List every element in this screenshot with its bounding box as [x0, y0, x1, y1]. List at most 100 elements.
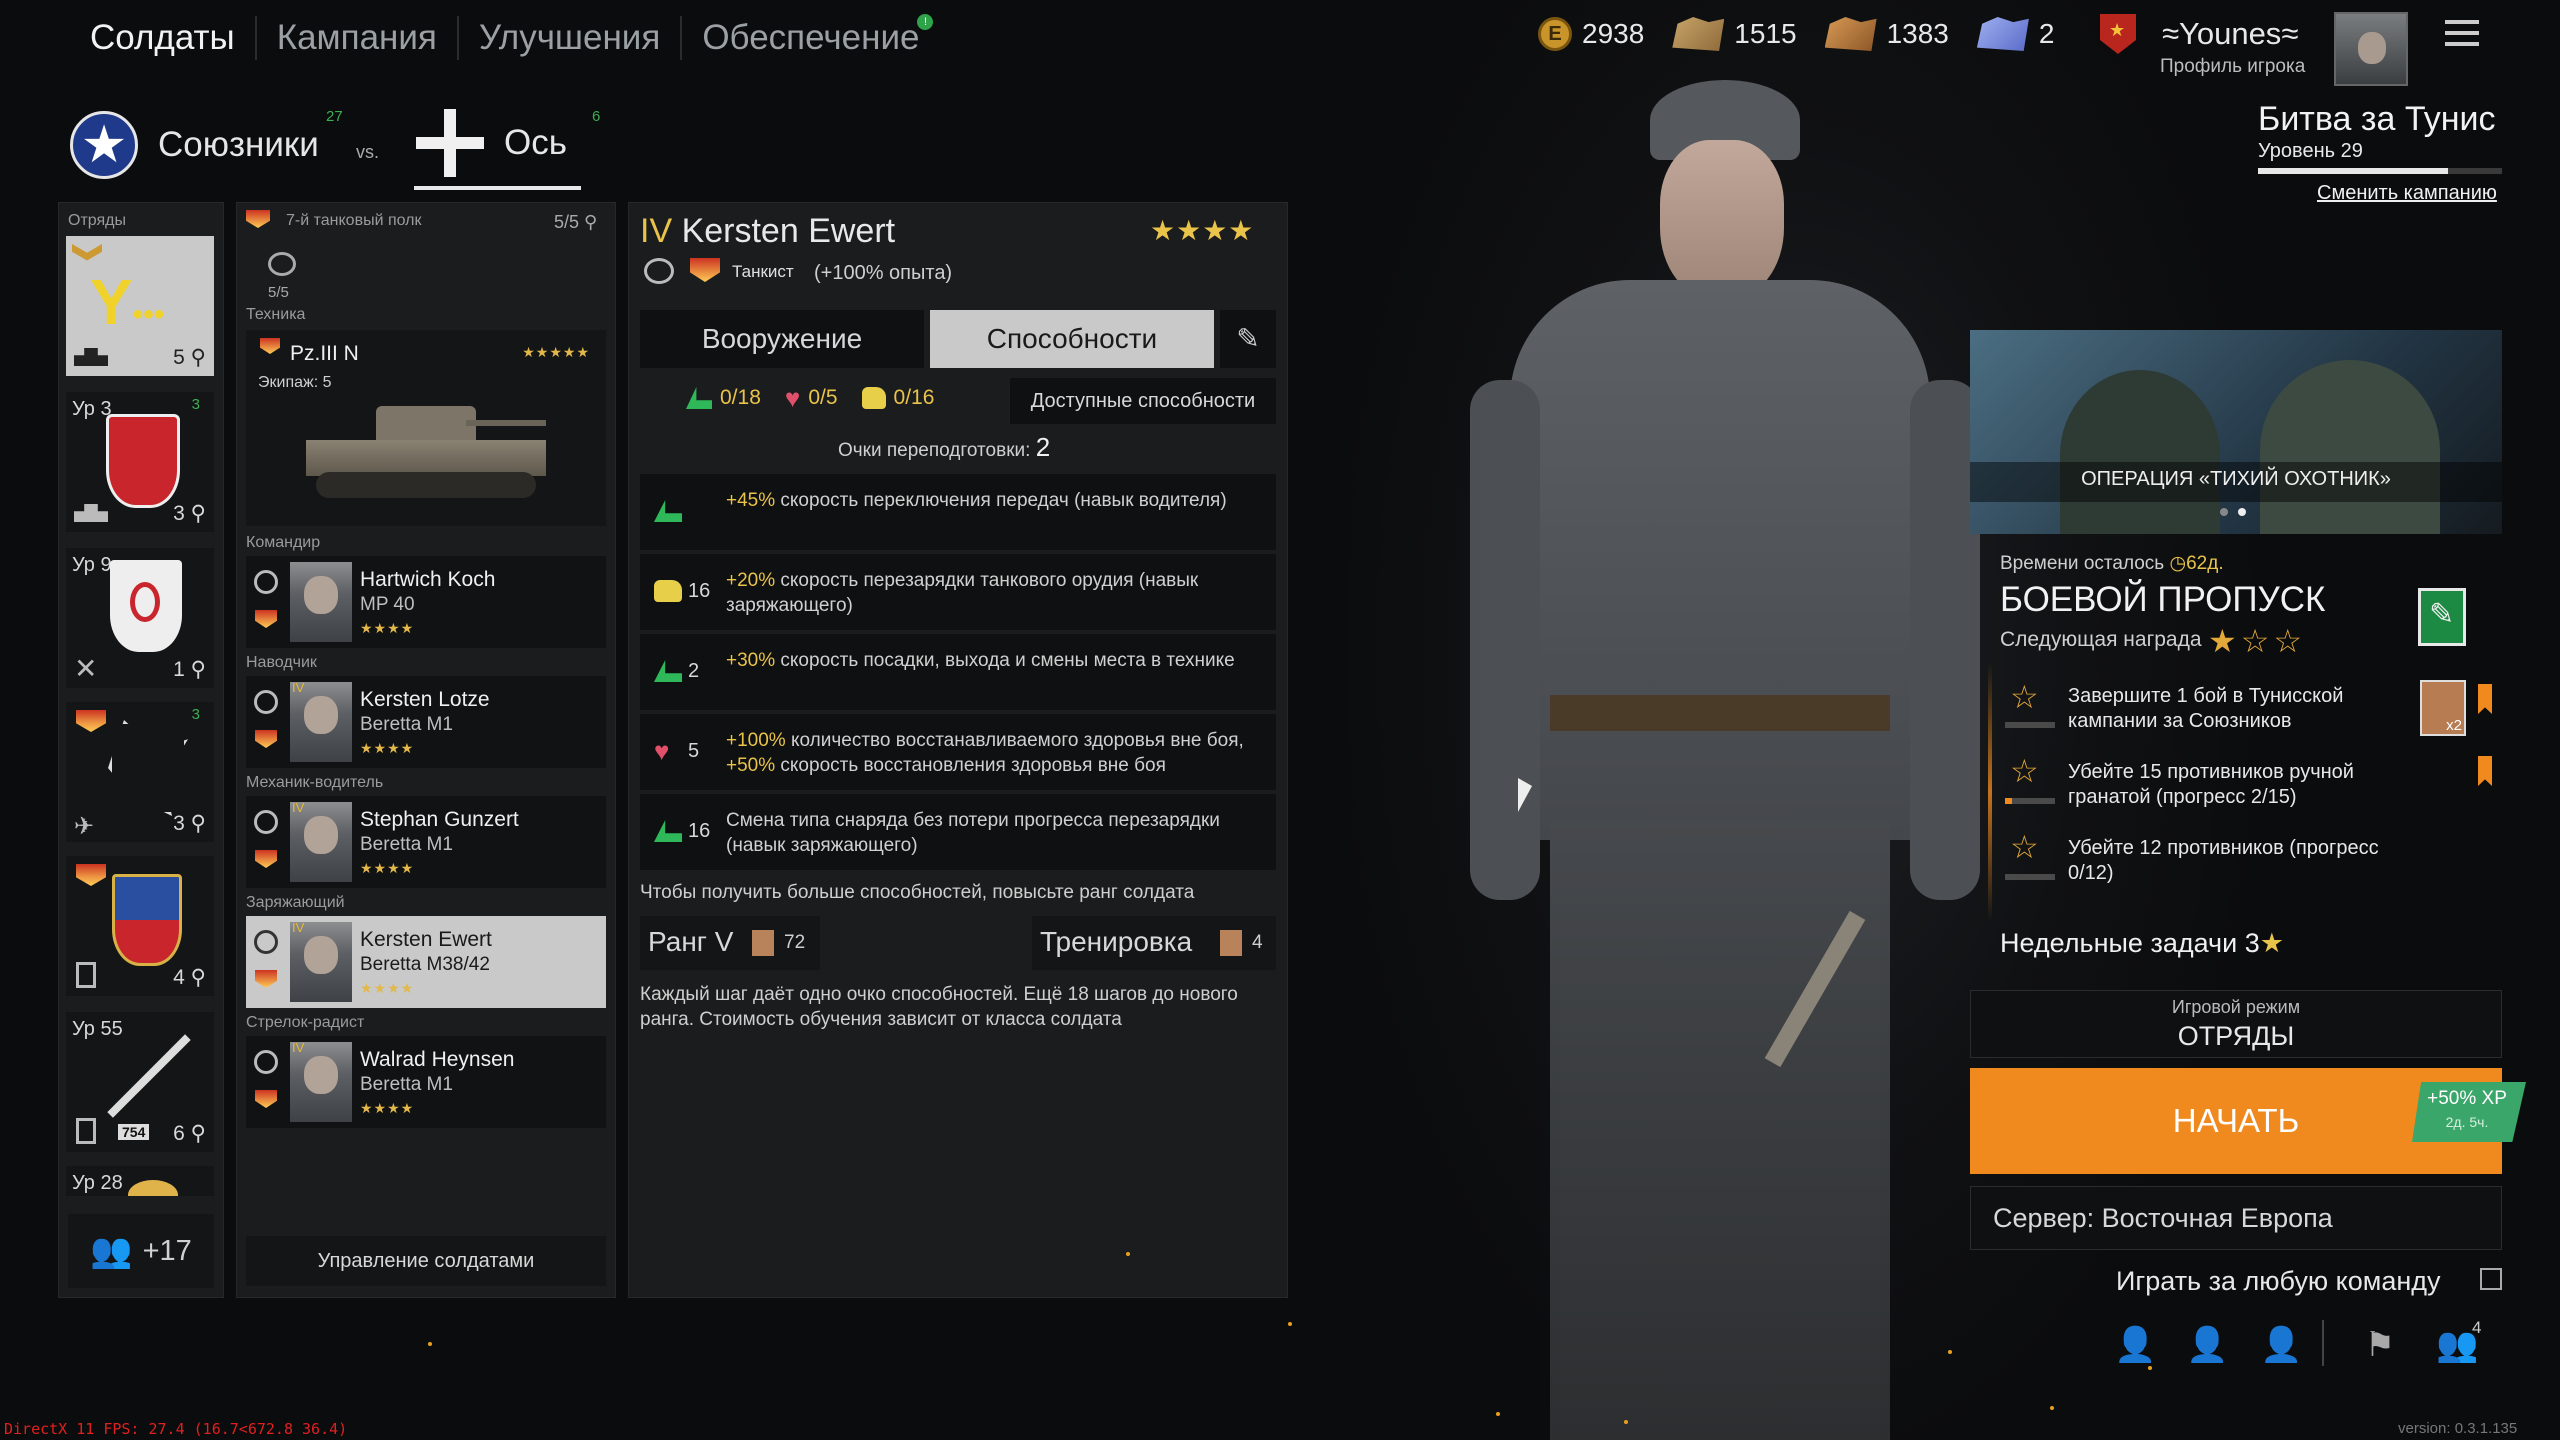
squad-emblem-icon	[76, 710, 106, 732]
allies-label: Союзники	[158, 125, 319, 164]
soldier-card-1[interactable]: Hartwich Koch MP 40 ★★★★	[246, 556, 606, 648]
faction-allies[interactable]: ★ Союзники 27	[70, 100, 343, 190]
allies-count: 27	[326, 108, 343, 125]
squad-new-badge: 3	[191, 396, 200, 413]
ability-row[interactable]: 16 Смена типа снаряда без потери прогрес…	[640, 794, 1276, 870]
tank-regiment-emblem-icon: Y•••	[90, 266, 165, 338]
server-selector[interactable]: Сервер: Восточная Европа	[1970, 1186, 2502, 1250]
ability-level: 5	[688, 740, 700, 762]
squad-tag: 754	[118, 1124, 150, 1140]
soldier-card-2[interactable]: IV Kersten Lotze Beretta M1 ★★★★	[246, 676, 606, 768]
squad-item-7[interactable]: Ур 28	[66, 1166, 214, 1196]
soldier-weapon: MP 40	[360, 594, 415, 615]
vehicle-count: 5/5	[268, 284, 289, 301]
faction-axis[interactable]: Ось 6	[414, 100, 600, 190]
ember-particle	[428, 1342, 432, 1346]
more-squads-count: +17	[142, 1234, 192, 1267]
stat-health: 0/5	[808, 386, 838, 409]
ability-row[interactable]: 2 +30% скорость посадки, выхода и смены …	[640, 634, 1276, 710]
player-name-text: Younes	[2179, 16, 2282, 51]
task-reward-icon[interactable]: x2	[2420, 680, 2466, 736]
rank-up-button[interactable]: Ранг V 72	[640, 916, 820, 970]
ability-text: +100% количество восстанавливаемого здор…	[726, 730, 1244, 776]
driver-skill-icon	[654, 500, 682, 522]
squad-item-2[interactable]: Ур 3 3 3 ⚲	[66, 392, 214, 532]
game-mode-selector[interactable]: Игровой режим ОТРЯДЫ	[1970, 990, 2502, 1058]
squad-item-3[interactable]: Ур 9 ✕ 1 ⚲	[66, 548, 214, 688]
vehicle-emblem-icon	[260, 338, 280, 354]
vehicle-crew: Экипаж: 5	[258, 374, 332, 391]
group-icon: 👥	[90, 1232, 133, 1270]
ability-level: 2	[688, 660, 700, 682]
training-cost-icon	[752, 930, 774, 956]
gold-coin-icon[interactable]: E	[1538, 17, 1572, 51]
event-banner[interactable]: ОПЕРАЦИЯ «ТИХИЙ ОХОТНИК»	[1970, 330, 2502, 534]
tab-supply[interactable]: Обеспечение!	[682, 14, 939, 60]
ability-text: +20% скорость перезарядки танкового оруд…	[726, 570, 1199, 616]
training-button[interactable]: Тренировка 4	[1032, 916, 1276, 970]
carousel-dot[interactable]	[2220, 508, 2228, 516]
battle-pass-title: БОЕВОЙ ПРОПУСК	[2000, 580, 2326, 619]
change-campaign-link[interactable]: Сменить кампанию	[2317, 182, 2497, 205]
silver-orders-icon[interactable]	[1672, 17, 1725, 51]
versus-label: vs.	[356, 142, 380, 162]
soldier-card-4[interactable]: IV Kersten Ewert Beretta M38/42 ★★★★	[246, 916, 606, 1008]
ability-row[interactable]: 16 +20% скорость перезарядки танкового о…	[640, 554, 1276, 630]
invite-friend-icon[interactable]: 👤	[2114, 1325, 2156, 1365]
soldier-card-5[interactable]: IV Walrad Heynsen Beretta M1 ★★★★	[246, 1036, 606, 1128]
health-icon: ♥	[654, 736, 670, 766]
squad-emblem-icon	[76, 864, 106, 886]
task-progress-glow	[1988, 662, 1992, 922]
squad-item-5[interactable]: 4 ⚲	[66, 856, 214, 996]
ticket-icon[interactable]	[1976, 17, 2029, 51]
squad-count: 4 ⚲	[173, 966, 206, 989]
menu-icon[interactable]	[2445, 20, 2479, 46]
training-cost: 4	[1252, 932, 1263, 953]
ability-row[interactable]: ♥ 5 +100% количество восстанавливаемого …	[640, 714, 1276, 790]
sword-icon	[107, 1034, 191, 1118]
ember-particle	[2148, 1366, 2152, 1370]
soldier-stars: ★★★★	[360, 860, 415, 876]
soldier-card-3[interactable]: IV Stephan Gunzert Beretta M1 ★★★★	[246, 796, 606, 888]
ability-level: 16	[688, 820, 711, 842]
xp-bonus-badge[interactable]: +50% XP 2д. 5ч.	[2412, 1082, 2526, 1142]
manage-soldiers-button[interactable]: Управление солдатами	[246, 1236, 606, 1286]
fps-counter: DirectX 11 FPS: 27.4 (16.7<672.8 36.4)	[4, 1420, 348, 1438]
chevron-emblem-icon	[72, 244, 102, 261]
task-star-icon: ☆	[2010, 753, 2039, 789]
tab-upgrades[interactable]: Улучшения	[459, 16, 683, 60]
xp-bonus-time: 2д. 5ч.	[2445, 1114, 2489, 1130]
mouse-cursor	[1518, 778, 1532, 812]
health-icon: ♥	[784, 383, 801, 413]
tab-soldiers[interactable]: Солдаты	[70, 16, 257, 60]
player-name[interactable]: ≈Younes≈	[2162, 16, 2298, 52]
ability-row[interactable]: +45% скорость переключения передач (навы…	[640, 474, 1276, 550]
battle-pass-reward-icon[interactable]: ✎	[2418, 588, 2466, 646]
squad-item-1[interactable]: Y••• 5 ⚲	[66, 236, 214, 376]
reward-stars: ★☆☆	[2208, 623, 2307, 659]
tab-abilities[interactable]: Способности	[930, 310, 1214, 368]
bronze-orders-icon[interactable]	[1824, 17, 1877, 51]
carousel-dot-active[interactable]	[2238, 508, 2246, 516]
more-squads-button[interactable]: 👥 +17	[68, 1214, 214, 1288]
soldier-weapon: Beretta M1	[360, 714, 453, 735]
soldier-rank: IV	[292, 680, 305, 695]
soldier-stars: ★★★★	[360, 1100, 415, 1116]
edit-pencil-icon[interactable]: ✎	[1220, 310, 1276, 368]
avatar[interactable]	[2334, 12, 2408, 86]
tab-campaign[interactable]: Кампания	[257, 16, 459, 60]
tab-weapons[interactable]: Вооружение	[640, 310, 924, 368]
invite-friend-icon-2[interactable]: 👤	[2186, 1325, 2228, 1365]
soldier-name: Walrad Heynsen	[360, 1048, 515, 1071]
invite-friend-icon-3[interactable]: 👤	[2260, 1325, 2302, 1365]
vehicle-card[interactable]: Pz.III N ★★★★★ Экипаж: 5	[246, 330, 606, 526]
squad-item-6[interactable]: Ур 55 754 6 ⚲	[66, 1012, 214, 1152]
available-abilities-button[interactable]: Доступные способности	[1010, 378, 1276, 424]
any-team-checkbox[interactable]	[2480, 1268, 2502, 1290]
rank-chevron-icon: ≈	[2162, 16, 2180, 51]
flag-icon[interactable]: ⚑	[2360, 1325, 2400, 1365]
squad-item-4[interactable]: 3 ✈ 3 ⚲	[66, 702, 214, 842]
squad-members-icon[interactable]: 👥	[2436, 1325, 2478, 1365]
weekly-tasks[interactable]: Недельные задачи 3★	[2000, 928, 2284, 959]
squad-count: 6 ⚲	[173, 1122, 206, 1145]
